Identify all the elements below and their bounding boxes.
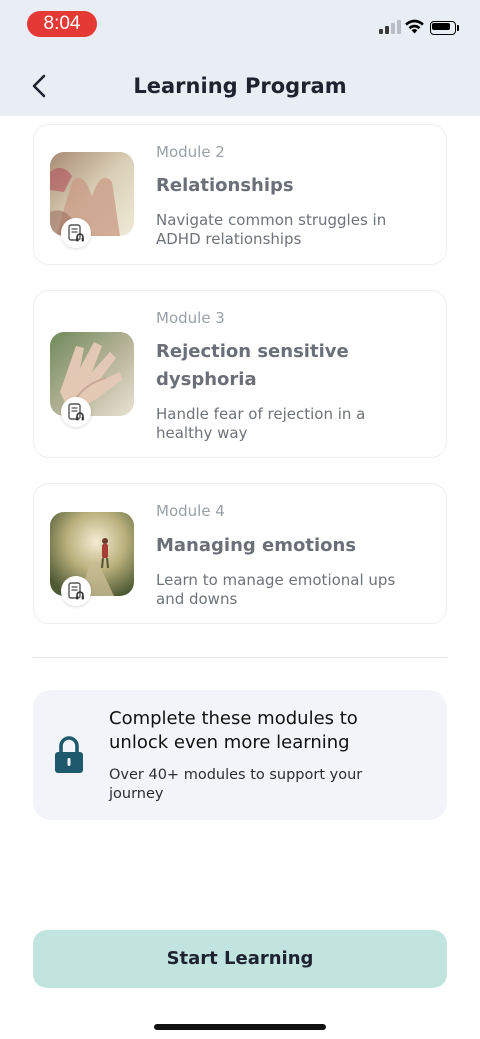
unlock-more-card: Complete these modules to unlock even mo… [33, 690, 447, 820]
document-audio-icon [61, 576, 91, 606]
document-audio-icon [61, 218, 91, 248]
status-bar: 8:04 [0, 0, 480, 50]
wifi-icon [405, 19, 424, 34]
module-thumbnail [50, 152, 134, 236]
unlock-title: Complete these modules to unlock even mo… [109, 708, 358, 753]
header: 8:04 Learning Program [0, 0, 480, 116]
lock-icon [55, 736, 83, 773]
document-audio-icon [61, 397, 91, 427]
module-description: Handle fear of rejection in a healthy wa… [156, 405, 366, 442]
module-description: Learn to manage emotional ups and downs [156, 571, 396, 608]
page-title: Learning Program [133, 74, 347, 98]
module-card-2[interactable]: Module 2 Relationships Navigate common s… [33, 124, 447, 265]
start-learning-button[interactable]: Start Learning [33, 930, 447, 988]
unlock-subtitle: Over 40+ modules to support your journey [109, 767, 363, 802]
cellular-signal-icon [379, 20, 401, 34]
divider [33, 657, 447, 658]
module-title: Managing emotions [156, 535, 357, 556]
battery-icon [430, 21, 460, 35]
module-card-4[interactable]: Module 4 Managing emotions Learn to mana… [33, 483, 447, 624]
status-time: 8:04 [27, 11, 97, 37]
module-card-3[interactable]: Module 3 Rejection sensitive dysphoria H… [33, 290, 447, 458]
module-title: Rejection sensitive dysphoria [156, 341, 349, 390]
module-description: Navigate common struggles in ADHD relati… [156, 211, 387, 248]
module-number: Module 3 [156, 309, 225, 327]
module-number: Module 2 [156, 143, 225, 161]
home-indicator[interactable] [154, 1024, 326, 1030]
module-title: Relationships [156, 175, 294, 196]
module-number: Module 4 [156, 502, 225, 520]
